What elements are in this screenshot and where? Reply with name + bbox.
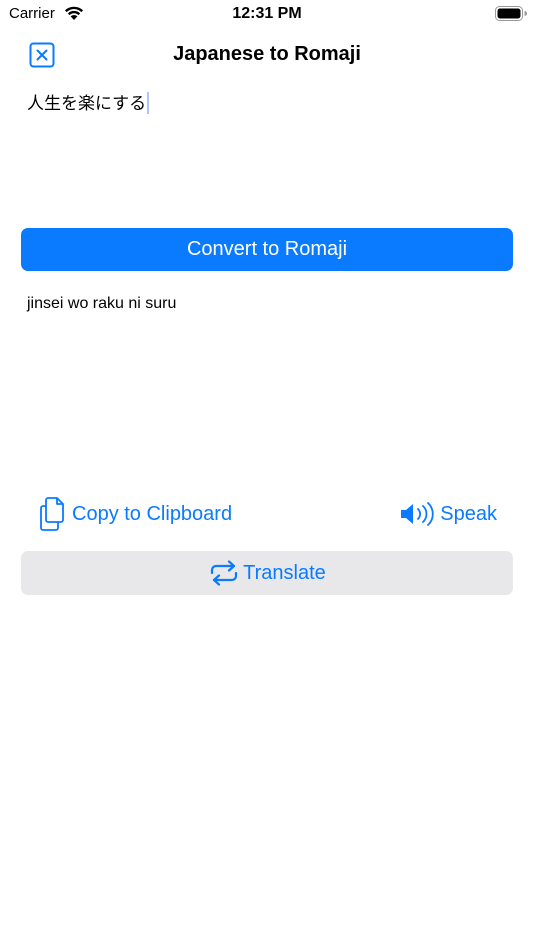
convert-to-romaji-button[interactable]: Convert to Romaji bbox=[21, 228, 513, 271]
repeat-arrows-icon bbox=[211, 560, 238, 586]
translate-label: Translate bbox=[243, 561, 326, 584]
page-title: Japanese to Romaji bbox=[173, 43, 361, 65]
clock: 12:31 PM bbox=[232, 5, 302, 22]
translate-button[interactable]: Translate bbox=[21, 551, 513, 595]
japanese-input-text: 人生を楽にする bbox=[27, 94, 147, 114]
battery-icon bbox=[495, 6, 527, 21]
romaji-output[interactable]: jinsei wo raku ni suru bbox=[21, 290, 513, 470]
romaji-output-text: jinsei wo raku ni suru bbox=[27, 295, 177, 312]
speak-button[interactable]: Speak bbox=[399, 494, 497, 534]
copy-to-clipboard-button[interactable]: Copy to Clipboard bbox=[38, 494, 232, 534]
nav-bar: Japanese to Romaji bbox=[0, 36, 534, 74]
speaker-wave-icon bbox=[401, 502, 434, 526]
copy-to-clipboard-label: Copy to Clipboard bbox=[72, 502, 233, 525]
japanese-input[interactable]: 人生を楽にする bbox=[21, 88, 513, 208]
documents-icon bbox=[40, 497, 64, 531]
text-caret bbox=[147, 92, 150, 114]
status-bar: Carrier 12:31 PM bbox=[0, 0, 534, 30]
action-row: Copy to Clipboard Speak bbox=[21, 494, 513, 534]
speak-label: Speak bbox=[440, 502, 497, 525]
